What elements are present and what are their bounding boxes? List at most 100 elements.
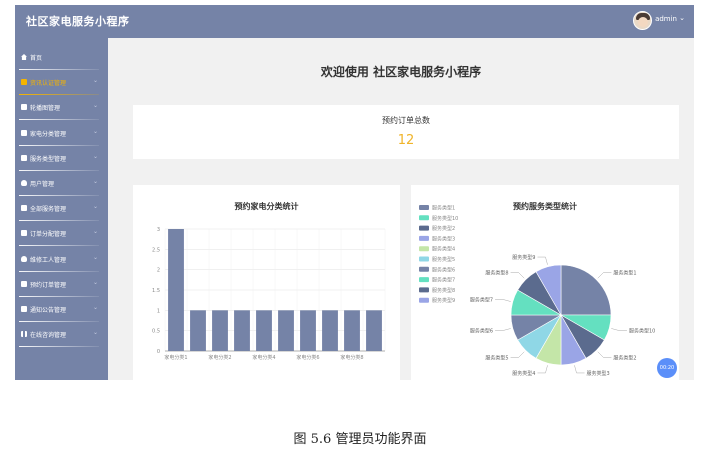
sidebar-icon bbox=[21, 180, 27, 186]
sidebar-icon bbox=[21, 79, 27, 86]
sidebar-icon bbox=[21, 255, 27, 262]
pie-label-line bbox=[611, 328, 627, 331]
sidebar-item[interactable]: 预约订单管理 ⌄ bbox=[15, 273, 108, 298]
legend-label[interactable]: 服务类型4 bbox=[432, 246, 455, 253]
sidebar-divider bbox=[19, 270, 99, 272]
legend-label[interactable]: 服务类型3 bbox=[432, 235, 455, 242]
bar[interactable] bbox=[168, 229, 184, 351]
bar-chart: 0 0.5 1 1.5 2 2.5 3 家电分类1 家电分类2 家电分类4 家电分类6 家电分类8 bbox=[152, 227, 386, 361]
sidebar-item[interactable]: 服务类型管理 ⌄ bbox=[15, 147, 108, 172]
legend-swatch[interactable] bbox=[419, 266, 429, 272]
sidebar-item-label: 预约订单管理 bbox=[30, 281, 67, 289]
y-tick-label: 0 bbox=[157, 349, 160, 355]
y-tick-label: 2 bbox=[157, 268, 160, 274]
sidebar-divider bbox=[19, 346, 99, 348]
pie-chart: 服务类型1 服务类型10 服务类型2 服务类型3 服务类型4 服务类型5 服务类型6 服务类型… bbox=[419, 205, 655, 377]
sidebar-icon bbox=[21, 154, 27, 161]
legend-label[interactable]: 服务类型5 bbox=[432, 256, 455, 263]
sidebar-item-label: 订单分配管理 bbox=[30, 231, 67, 239]
legend-swatch[interactable] bbox=[419, 256, 429, 262]
pie-slice-label: 服务类型6 bbox=[470, 328, 493, 335]
sidebar-icon bbox=[21, 54, 27, 60]
avatar[interactable] bbox=[633, 11, 652, 30]
legend-swatch[interactable] bbox=[419, 235, 429, 241]
legend-swatch[interactable] bbox=[419, 225, 429, 231]
bar[interactable] bbox=[212, 310, 228, 351]
pie-label-line bbox=[510, 351, 525, 358]
bar-chart-card: 预约家电分类统计 0 0.5 1 1.5 2 2.5 3 家电分类1 家电分类2 家电分类4 家电分… bbox=[133, 185, 400, 380]
y-tick-label: 1.5 bbox=[152, 288, 160, 294]
legend-swatch[interactable] bbox=[419, 215, 429, 221]
legend-swatch[interactable] bbox=[419, 287, 429, 293]
sidebar-item[interactable]: 维修工人管理 ⌄ bbox=[15, 248, 108, 273]
chevron-down-icon: ⌄ bbox=[92, 102, 98, 110]
legend-label[interactable]: 服务类型8 bbox=[432, 287, 455, 294]
sidebar-item[interactable]: 首页 bbox=[15, 46, 108, 71]
bar[interactable] bbox=[256, 310, 272, 351]
app-window: 社区家电服务小程序 admin ⌄ 首页 资讯认证管理 ⌄ 轮播图管理 ⌄ 家电分类管理 ⌄… bbox=[15, 5, 694, 380]
chevron-down-icon: ⌄ bbox=[92, 304, 98, 311]
sidebar-item[interactable]: 订单分配管理 ⌄ bbox=[15, 222, 108, 247]
top-bar: 社区家电服务小程序 admin ⌄ bbox=[15, 5, 694, 38]
sidebar-divider bbox=[19, 94, 99, 96]
sidebar-icon bbox=[21, 306, 27, 312]
chevron-down-icon: ⌄ bbox=[92, 77, 98, 85]
pie-slice-label: 服务类型5 bbox=[485, 354, 508, 361]
sidebar-item[interactable]: 通知公告管理 ⌄ bbox=[15, 298, 108, 323]
legend-swatch[interactable] bbox=[419, 277, 429, 283]
order-total-value: 12 bbox=[397, 133, 415, 148]
bar[interactable] bbox=[234, 310, 250, 351]
legend-label[interactable]: 服务类型10 bbox=[432, 215, 458, 222]
legend-label[interactable]: 服务类型6 bbox=[432, 266, 455, 273]
chevron-down-icon: ⌄ bbox=[92, 127, 98, 135]
sidebar-divider bbox=[19, 169, 99, 171]
sidebar-divider bbox=[19, 220, 99, 222]
pie-chart-title: 预约服务类型统计 bbox=[513, 202, 577, 211]
sidebar-icon bbox=[21, 280, 27, 287]
legend-label[interactable]: 服务类型7 bbox=[432, 277, 455, 284]
sidebar-item[interactable]: 资讯认证管理 ⌄ bbox=[15, 71, 108, 96]
pie-slice-label: 服务类型10 bbox=[629, 328, 655, 335]
y-tick-label: 2.5 bbox=[152, 247, 160, 253]
sidebar-item[interactable]: 轮播图管理 ⌄ bbox=[15, 96, 108, 121]
bar[interactable] bbox=[366, 310, 382, 351]
float-badge[interactable]: 00:20 bbox=[657, 358, 677, 378]
legend-label[interactable]: 服务类型9 bbox=[432, 297, 455, 304]
pie-slice-label: 服务类型9 bbox=[512, 254, 535, 261]
bar[interactable] bbox=[190, 310, 206, 351]
y-tick-label: 1 bbox=[157, 308, 160, 314]
x-tick-label: 家电分类6 bbox=[296, 354, 319, 361]
sidebar-item-label: 家电分类管理 bbox=[30, 130, 67, 138]
figure-caption: 图 5.6 管理员功能界面 bbox=[293, 432, 427, 447]
pie-slice-label: 服务类型7 bbox=[470, 296, 493, 303]
sidebar-item[interactable]: 全部服务管理 ⌄ bbox=[15, 197, 108, 222]
pie-chart-card: 预约服务类型统计 服务类型1 服务类型10 服务类型2 服务类型3 服务类型4 服务类型5… bbox=[411, 185, 679, 380]
sidebar-icon bbox=[21, 230, 27, 237]
chevron-down-icon: ⌄ bbox=[92, 253, 98, 261]
user-name[interactable]: admin bbox=[655, 15, 677, 23]
bar[interactable] bbox=[278, 310, 294, 351]
sidebar-item-label: 用户管理 bbox=[30, 181, 55, 188]
bar[interactable] bbox=[344, 310, 360, 351]
legend-swatch[interactable] bbox=[419, 297, 429, 303]
sidebar-divider bbox=[19, 295, 99, 297]
sidebar-icon bbox=[21, 129, 27, 136]
sidebar-item-label: 资讯认证管理 bbox=[30, 80, 67, 88]
y-tick-label: 3 bbox=[157, 227, 160, 233]
sidebar-item[interactable]: 家电分类管理 ⌄ bbox=[15, 122, 108, 147]
pie-slice-label: 服务类型1 bbox=[613, 270, 636, 277]
order-total-label: 预约订单总数 bbox=[382, 116, 430, 125]
legend-label[interactable]: 服务类型2 bbox=[432, 225, 455, 232]
bar[interactable] bbox=[322, 310, 338, 351]
legend-swatch[interactable] bbox=[419, 246, 429, 252]
pie-label-line bbox=[495, 328, 511, 331]
order-total-card: 预约订单总数 12 bbox=[133, 105, 679, 159]
pie-label-line bbox=[537, 256, 548, 265]
x-tick-label: 家电分类2 bbox=[208, 354, 231, 361]
chevron-down-icon[interactable]: ⌄ bbox=[679, 14, 685, 22]
sidebar-item[interactable]: 在线咨询管理 ⌄ bbox=[15, 323, 108, 348]
bar[interactable] bbox=[300, 310, 316, 351]
pie-slice-label: 服务类型4 bbox=[512, 370, 535, 377]
sidebar-item-label: 首页 bbox=[30, 55, 43, 62]
sidebar-item[interactable]: 用户管理 ⌄ bbox=[15, 172, 108, 197]
